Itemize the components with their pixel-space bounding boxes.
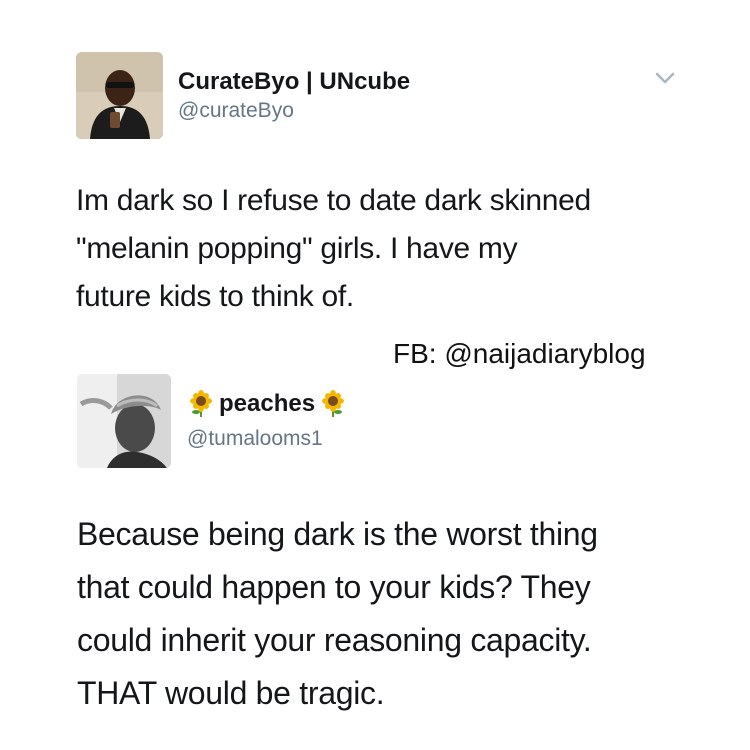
- tweet-text: Because being dark is the worst thing th…: [77, 508, 717, 720]
- display-name[interactable]: CurateByo | UNcube: [178, 68, 410, 96]
- tweet-text-line: could inherit your reasoning capacity.: [77, 622, 592, 658]
- user-handle[interactable]: @tumalooms1: [187, 427, 323, 451]
- watermark: FB: @naijadiaryblog: [393, 338, 646, 369]
- display-name-row[interactable]: peaches: [187, 390, 347, 418]
- tweet-text-line: that could happen to your kids? They: [77, 569, 591, 605]
- avatar-photo: [76, 52, 163, 139]
- sunflower-icon: [190, 390, 212, 417]
- sunflower-icon: [322, 390, 345, 417]
- user-handle[interactable]: @curateByo: [178, 99, 294, 123]
- display-name[interactable]: peaches: [219, 390, 315, 418]
- tweet-text-line: Because being dark is the worst thing: [77, 516, 598, 552]
- tweet-text-line: Im dark so I refuse to date dark skinned: [76, 184, 591, 217]
- avatar[interactable]: [76, 52, 163, 139]
- tweet-text-line: "melanin popping" girls. I have my: [76, 232, 518, 265]
- tweet-text: Im dark so I refuse to date dark skinned…: [76, 177, 716, 321]
- chevron-down-icon[interactable]: [654, 70, 676, 86]
- tweet-text-line: future kids to think of.: [76, 280, 354, 313]
- tweet-text-line: THAT would be tragic.: [77, 675, 385, 711]
- avatar-photo: [77, 374, 171, 468]
- avatar[interactable]: [77, 374, 171, 468]
